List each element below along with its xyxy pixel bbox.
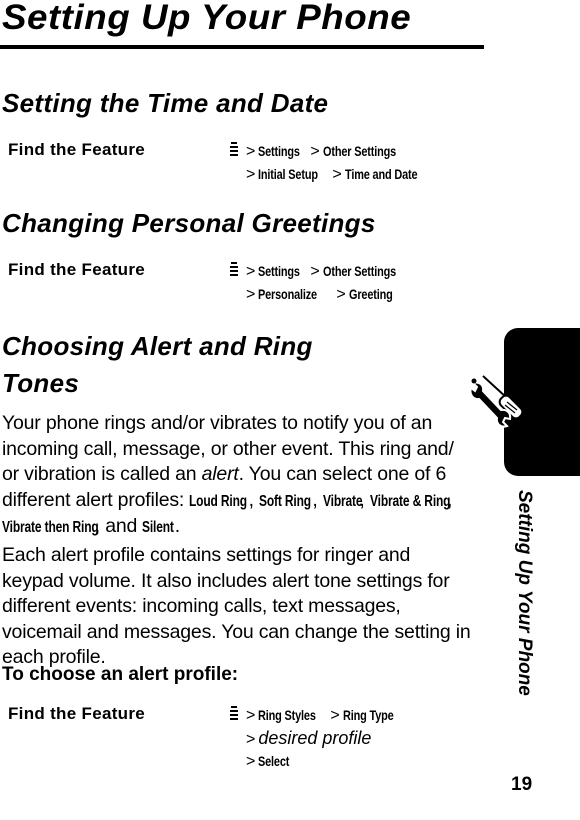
menu-key-icon [228, 704, 240, 724]
page-number: 19 [511, 774, 533, 795]
menu-item: Initial Setup [258, 166, 319, 182]
profile-name: Soft Ring [259, 492, 312, 510]
section-heading-alert-tones: Choosing Alert and Ring Tones [2, 331, 313, 398]
menu-item: Ring Styles [258, 707, 317, 723]
wrench-screwdriver-icon [469, 375, 524, 428]
menu-item: Ring Type [342, 707, 394, 723]
menu-key-icon [228, 260, 240, 280]
menu-item: Select [258, 753, 290, 769]
menu-item: Other Settings [322, 143, 396, 159]
profile-name: Silent [142, 519, 175, 536]
menu-item: Settings [258, 143, 301, 159]
paragraph-alert-profiles: Each alert profile contains settings for… [2, 544, 471, 668]
find-feature-path-time-date: > Settings > Other Settings > Initial Setup >… [228, 140, 438, 186]
profile-name: Vibrate [322, 492, 363, 510]
title-rule [0, 45, 484, 49]
profile-name: Loud Ring [189, 492, 248, 510]
profile-name: Vibrate then Ring [2, 519, 99, 536]
find-feature-label: Find the Feature [8, 140, 146, 159]
menu-key-icon [228, 140, 240, 160]
subheading-choose-profile: To choose an alert profile: [2, 664, 239, 685]
section-heading-time-date: Setting the Time and Date [2, 88, 329, 118]
paragraph-alerts-intro: Your phone rings and/or vibrates to noti… [2, 411, 472, 541]
find-feature-path-alert-profile: > Ring Styles > Ring Type > desired profile … [228, 704, 408, 773]
menu-item: Other Settings [322, 263, 396, 279]
profile-name: Vibrate & Ring [369, 492, 451, 510]
section-heading-greetings: Changing Personal Greetings [2, 208, 376, 238]
menu-item: Time and Date [344, 166, 418, 182]
find-feature-label: Find the Feature [8, 260, 146, 279]
page-title: Setting Up Your Phone [2, 0, 412, 37]
menu-item-placeholder: desired profile [258, 728, 372, 748]
menu-item: Settings [258, 263, 301, 279]
find-feature-path-greetings: > Settings > Other Settings > Personalize > Gr… [228, 260, 416, 306]
find-feature-label: Find the Feature [8, 704, 146, 723]
menu-item: Personalize [258, 286, 318, 302]
menu-item: Greeting [348, 286, 393, 302]
side-tab-label: Setting Up Your Phone [514, 490, 535, 696]
